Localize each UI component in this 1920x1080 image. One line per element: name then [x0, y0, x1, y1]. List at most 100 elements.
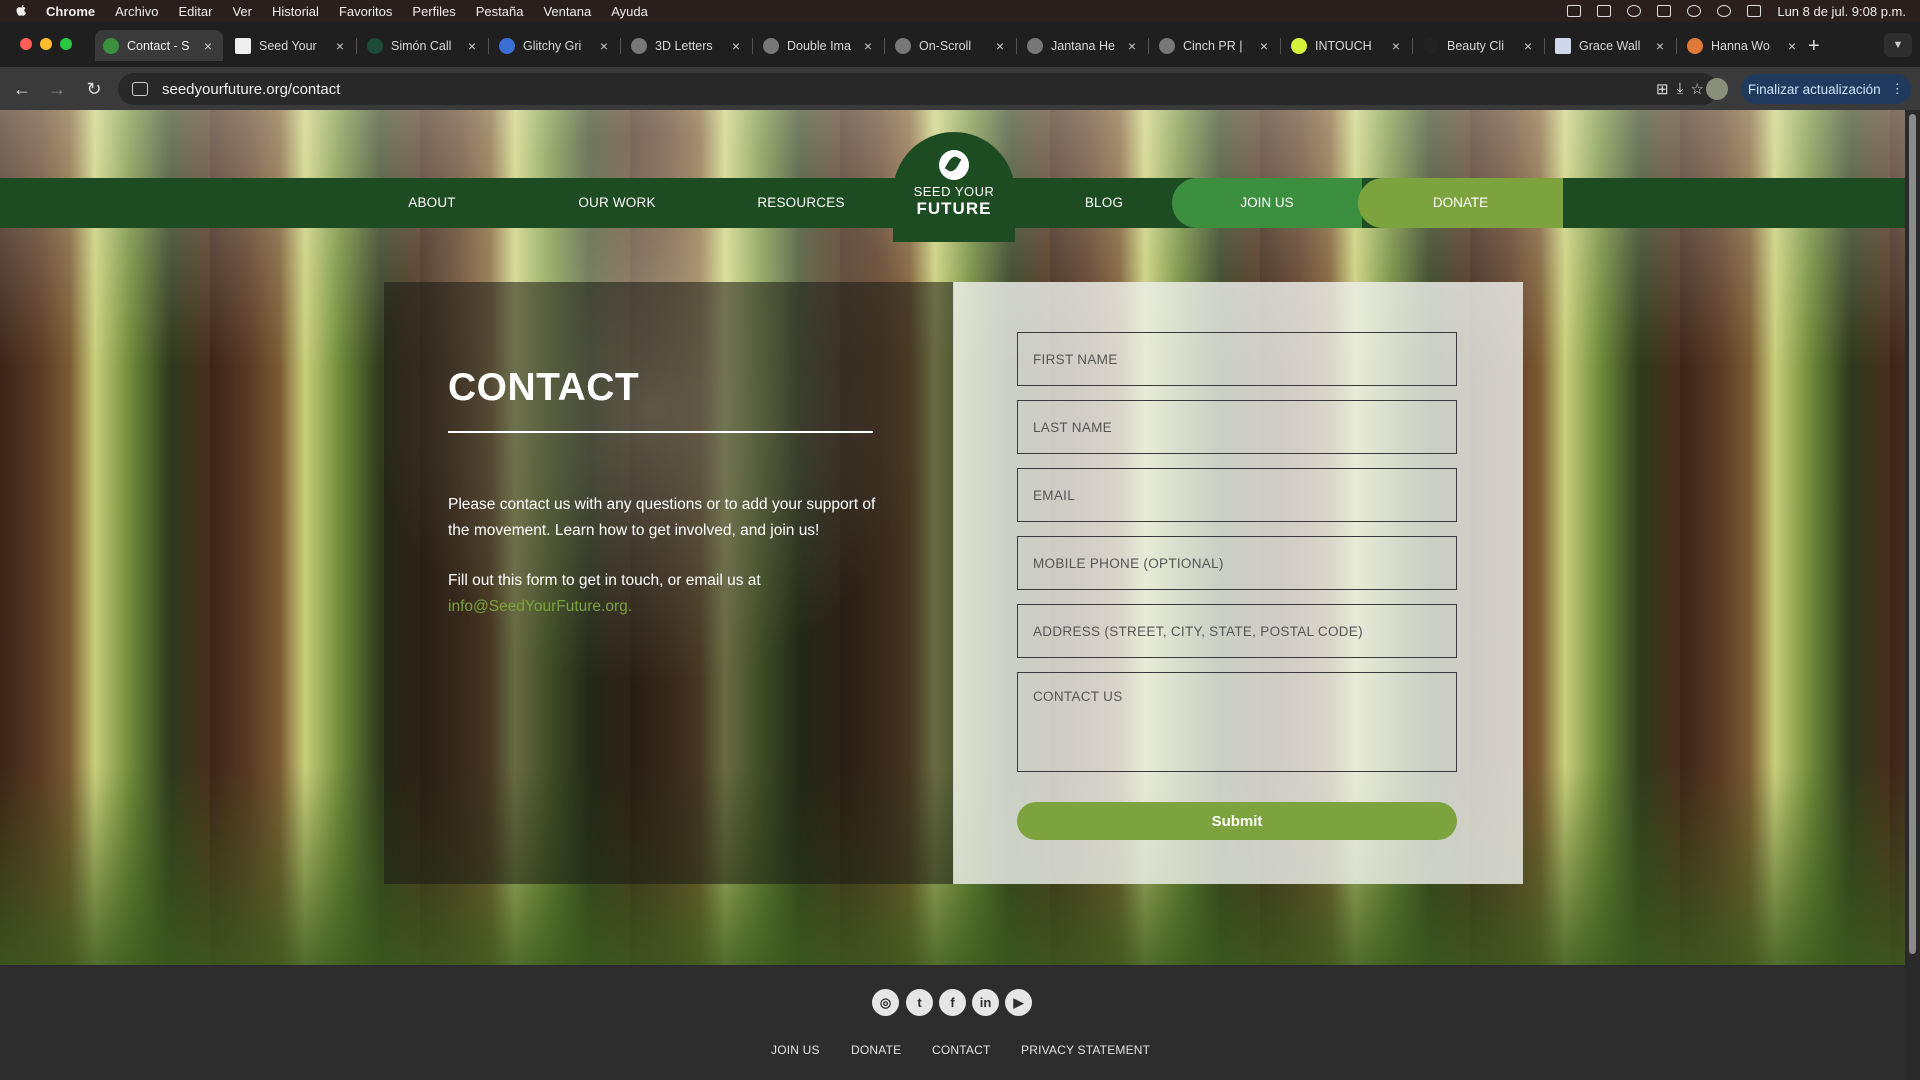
tab-close-icon[interactable]: ×: [465, 38, 479, 54]
spotlight-search-icon[interactable]: [1717, 5, 1732, 17]
macos-menubar: Chrome Archivo Editar Ver Historial Favo…: [0, 0, 1920, 22]
keyboard-icon[interactable]: [1567, 5, 1582, 17]
tab-jantana[interactable]: Jantana He ×: [1019, 30, 1147, 61]
instagram-icon[interactable]: ◎: [872, 989, 899, 1016]
footer-link-privacy-statement[interactable]: PRIVACY STATEMENT: [1021, 1043, 1150, 1057]
tab-intouch[interactable]: INTOUCH ×: [1283, 30, 1411, 61]
submit-button[interactable]: Submit: [1017, 802, 1457, 840]
battery-icon[interactable]: [1657, 5, 1672, 17]
title-divider: [448, 431, 873, 433]
tab-seed-your[interactable]: Seed Your ×: [227, 30, 355, 61]
tab-simon-call[interactable]: Simón Call ×: [359, 30, 487, 61]
kebab-menu-icon: ⋮: [1890, 81, 1905, 96]
address-bar-url[interactable]: seedyourfuture.org/contact: [162, 81, 340, 98]
menu-ayuda[interactable]: Ayuda: [611, 4, 648, 19]
tab-close-icon[interactable]: ×: [729, 38, 743, 54]
logo-text-top: SEED YOUR: [913, 184, 995, 199]
facebook-icon[interactable]: f: [939, 989, 966, 1016]
window-zoom-button[interactable]: [60, 38, 72, 50]
tab-search-chevron-icon[interactable]: ▼: [1884, 33, 1912, 57]
site-logo[interactable]: SEED YOUR FUTURE: [893, 132, 1015, 242]
tab-close-icon[interactable]: ×: [1521, 38, 1535, 54]
tab-double-image[interactable]: Double Ima ×: [755, 30, 883, 61]
tab-close-icon[interactable]: ×: [1389, 38, 1403, 54]
download-icon[interactable]: ⤓: [1670, 79, 1690, 99]
tab-title: Grace Wall: [1579, 38, 1641, 53]
tab-cinch-pr[interactable]: Cinch PR | ×: [1151, 30, 1279, 61]
tab-close-icon[interactable]: ×: [1125, 38, 1139, 54]
menu-favoritos[interactable]: Favoritos: [339, 4, 392, 19]
menu-ventana[interactable]: Ventana: [543, 4, 591, 19]
menu-pestana[interactable]: Pestaña: [476, 4, 524, 19]
mobile-phone-field[interactable]: [1017, 536, 1457, 590]
nav-donate-button[interactable]: DONATE: [1358, 178, 1563, 228]
site-footer: ◎ t f in ▶ JOIN US DONATE CONTACT PRIVAC…: [0, 965, 1905, 1080]
nav-blog[interactable]: BLOG: [1060, 178, 1148, 228]
nav-about[interactable]: ABOUT: [382, 178, 482, 228]
tab-close-icon[interactable]: ×: [861, 38, 875, 54]
nav-our-work[interactable]: OUR WORK: [562, 178, 672, 228]
contact-email-link[interactable]: info@SeedYourFuture.org.: [448, 594, 632, 620]
tab-contact[interactable]: Contact - S ×: [95, 30, 223, 61]
display-icon[interactable]: [1597, 5, 1612, 17]
tab-close-icon[interactable]: ×: [333, 38, 347, 54]
footer-link-donate[interactable]: DONATE: [851, 1043, 901, 1057]
address-bar[interactable]: seedyourfuture.org/contact ⊞ ☆: [118, 73, 1718, 105]
menu-historial[interactable]: Historial: [272, 4, 319, 19]
tab-separator: [752, 38, 753, 54]
tab-on-scroll[interactable]: On-Scroll ×: [887, 30, 1015, 61]
youtube-icon[interactable]: ▶: [1005, 989, 1032, 1016]
finish-update-button[interactable]: Finalizar actualización ⋮: [1741, 74, 1911, 104]
tab-separator: [1280, 38, 1281, 54]
menubar-clock[interactable]: Lun 8 de jul. 9:08 p.m.: [1777, 4, 1906, 19]
seedling-logo-icon: [939, 150, 969, 180]
forward-arrow-icon[interactable]: →: [45, 77, 69, 101]
address-field[interactable]: [1017, 604, 1457, 658]
site-info-icon[interactable]: [132, 82, 148, 96]
menu-app-chrome[interactable]: Chrome: [46, 4, 95, 19]
tab-close-icon[interactable]: ×: [1785, 38, 1799, 54]
tab-close-icon[interactable]: ×: [993, 38, 1007, 54]
scrollbar-thumb[interactable]: [1909, 114, 1916, 954]
tab-close-icon[interactable]: ×: [597, 38, 611, 54]
footer-link-contact[interactable]: CONTACT: [932, 1043, 991, 1057]
reload-icon[interactable]: ↻: [82, 77, 106, 101]
twitter-icon[interactable]: t: [906, 989, 933, 1016]
menu-editar[interactable]: Editar: [178, 4, 212, 19]
tab-beauty-clinic[interactable]: Beauty Cli ×: [1415, 30, 1543, 61]
tab-title: Hanna Wo: [1711, 38, 1770, 53]
email-field[interactable]: [1017, 468, 1457, 522]
profile-avatar[interactable]: [1706, 78, 1728, 100]
first-name-field[interactable]: [1017, 332, 1457, 386]
apple-icon[interactable]: [14, 4, 28, 18]
site-favicon-icon: [499, 37, 515, 54]
tab-close-icon[interactable]: ×: [201, 38, 215, 54]
tab-separator: [488, 38, 489, 54]
tab-title: Beauty Cli: [1447, 38, 1504, 53]
window-close-button[interactable]: [20, 38, 32, 50]
nav-resources[interactable]: RESOURCES: [745, 178, 857, 228]
translate-icon[interactable]: ⊞: [1656, 80, 1669, 98]
last-name-field[interactable]: [1017, 400, 1457, 454]
menu-archivo[interactable]: Archivo: [115, 4, 158, 19]
nav-join-us-button[interactable]: JOIN US: [1172, 178, 1362, 228]
wifi-icon[interactable]: [1687, 5, 1702, 17]
linkedin-icon[interactable]: in: [972, 989, 999, 1016]
tab-grace-wall[interactable]: Grace Wall ×: [1547, 30, 1675, 61]
play-icon[interactable]: [1627, 5, 1642, 17]
bookmark-star-icon[interactable]: ☆: [1691, 80, 1704, 98]
menu-ver[interactable]: Ver: [232, 4, 252, 19]
tab-hanna[interactable]: Hanna Wo ×: [1679, 30, 1807, 61]
window-minimize-button[interactable]: [40, 38, 52, 50]
tab-close-icon[interactable]: ×: [1257, 38, 1271, 54]
tab-glitchy-grid[interactable]: Glitchy Gri ×: [491, 30, 619, 61]
contact-message-textarea[interactable]: [1017, 672, 1457, 772]
footer-link-join-us[interactable]: JOIN US: [771, 1043, 820, 1057]
tab-close-icon[interactable]: ×: [1653, 38, 1667, 54]
back-arrow-icon[interactable]: ←: [10, 77, 34, 101]
page-scrollbar[interactable]: [1905, 110, 1920, 1080]
tab-3d-letters[interactable]: 3D Letters ×: [623, 30, 751, 61]
menu-perfiles[interactable]: Perfiles: [412, 4, 455, 19]
control-center-icon[interactable]: [1747, 5, 1762, 17]
new-tab-plus-icon[interactable]: +: [1808, 35, 1820, 58]
